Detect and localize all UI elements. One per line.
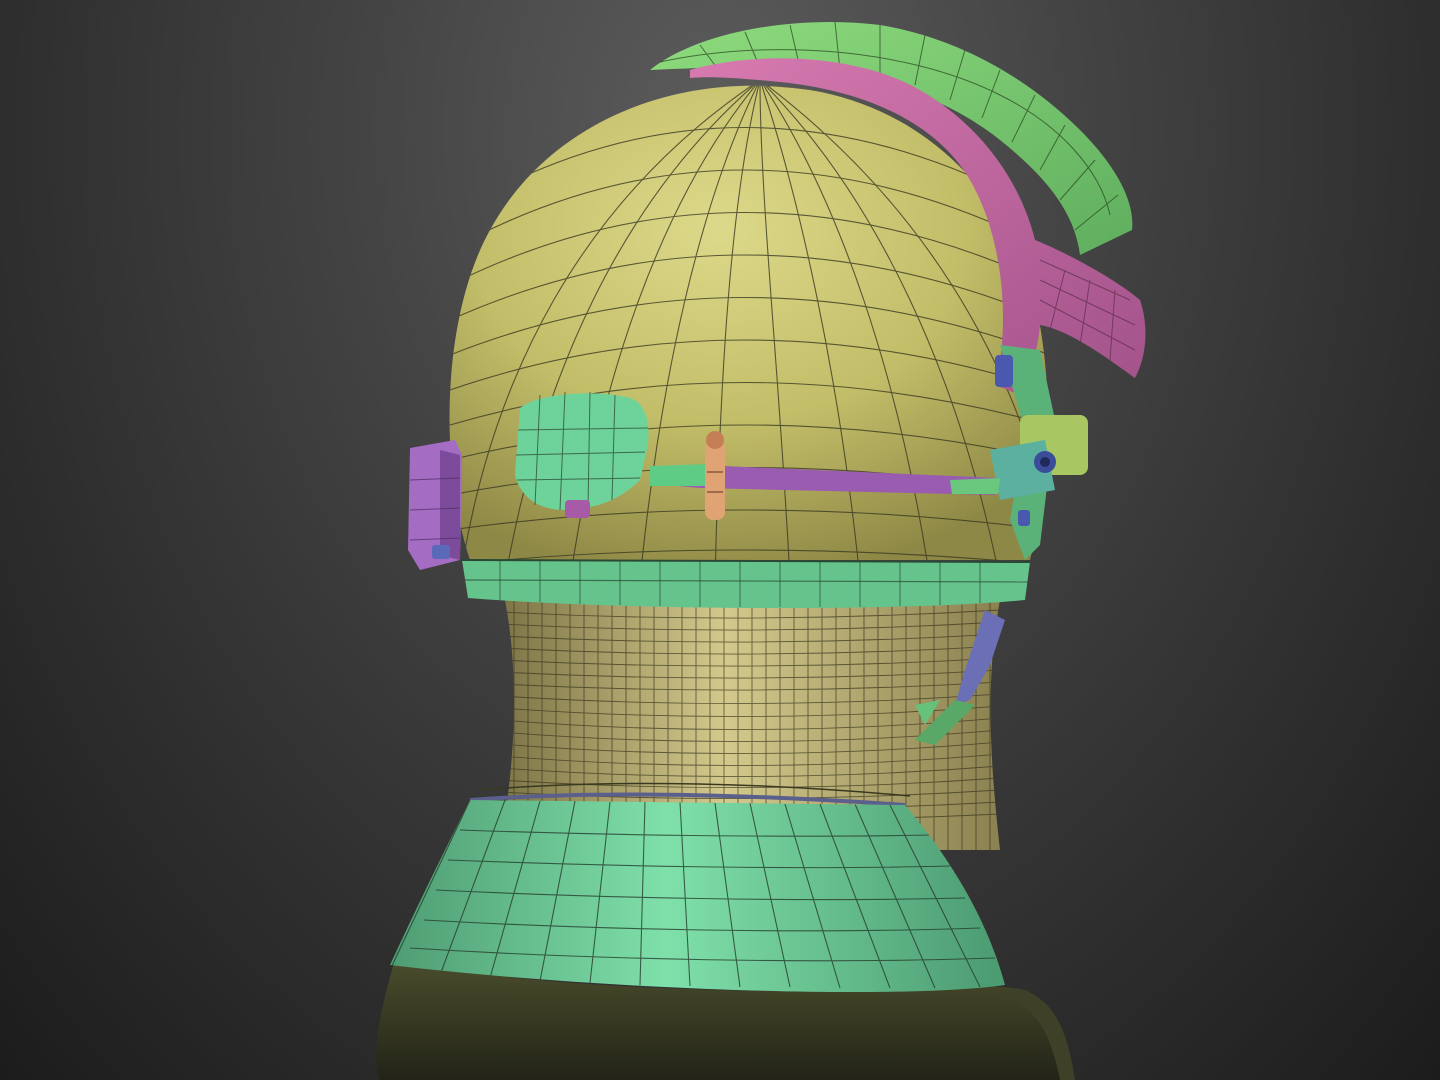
helmet-rim bbox=[461, 559, 1031, 609]
viewport bbox=[0, 0, 1440, 1080]
helmet-render bbox=[375, 21, 1146, 1080]
clip bbox=[705, 431, 725, 520]
side-box bbox=[408, 440, 462, 570]
collar bbox=[390, 800, 1005, 993]
